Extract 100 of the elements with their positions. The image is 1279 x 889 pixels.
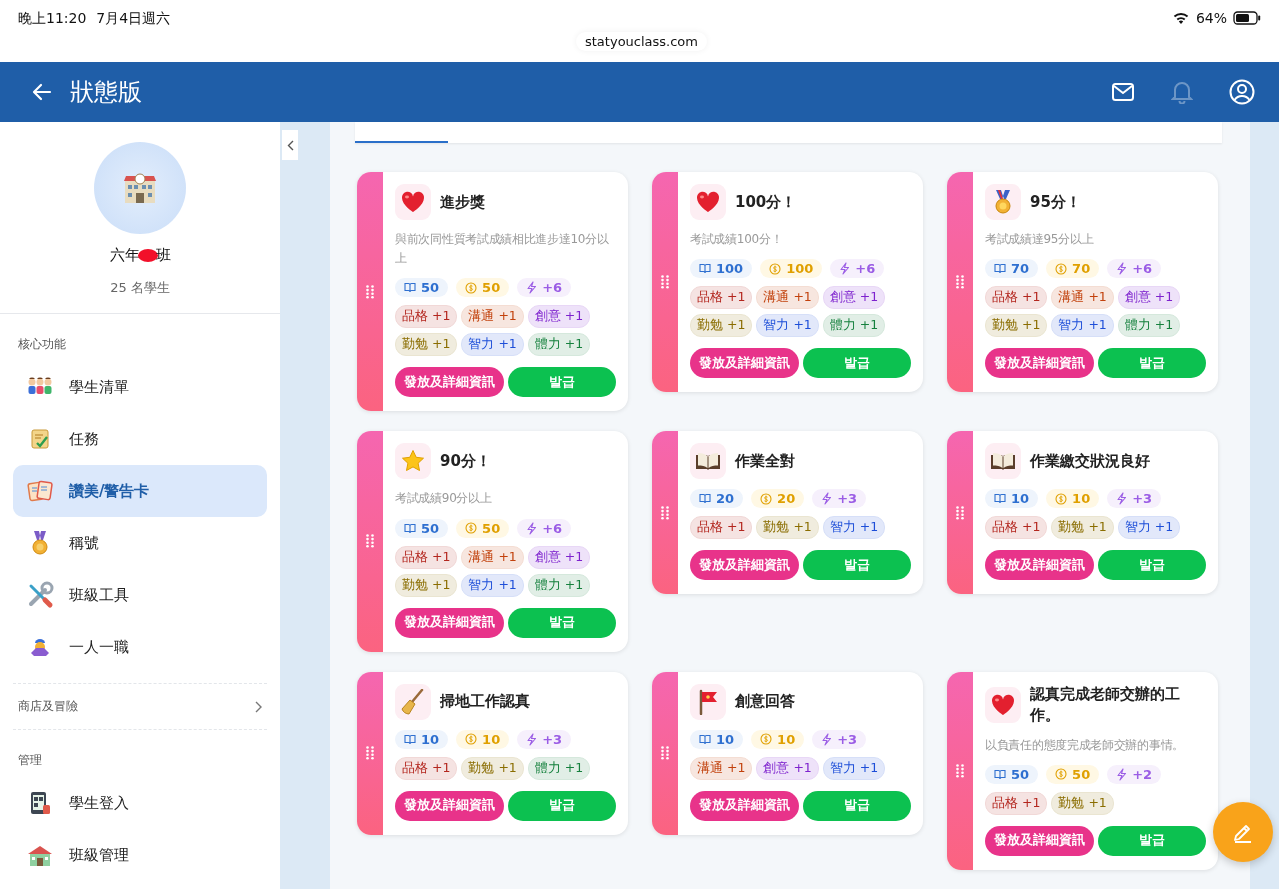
drag-dots-icon (661, 746, 669, 761)
attribute-tag: 創意 +1 (527, 545, 591, 569)
reward-value: +6 (542, 520, 563, 536)
attribute-tag: 體力 +1 (822, 314, 886, 338)
coin-icon (1055, 768, 1068, 781)
url-pill[interactable]: statyouclass.com (576, 32, 707, 51)
give-details-button[interactable]: 發放及詳細資訊 (985, 550, 1094, 581)
drag-handle[interactable] (652, 671, 678, 835)
issue-button[interactable]: 발급 (1097, 825, 1206, 856)
drag-handle[interactable] (357, 172, 383, 412)
give-details-button[interactable]: 發放及詳細資訊 (690, 348, 799, 379)
issue-button[interactable]: 발급 (1097, 348, 1206, 379)
issue-button[interactable]: 발급 (802, 348, 911, 379)
drag-handle[interactable] (357, 431, 383, 652)
card-description: 考試成績達95分以上 (985, 231, 1095, 248)
lightning-icon (526, 521, 538, 535)
broom-icon (401, 688, 425, 715)
collapsible-section[interactable]: 商店及冒險 (13, 683, 267, 730)
attribute-tag: 智力 +1 (756, 314, 819, 338)
drag-handle[interactable] (357, 671, 383, 835)
reward-value: 10 (482, 731, 501, 747)
reward-value: 100 (716, 261, 744, 277)
card-title: 95分！ (1030, 191, 1081, 213)
give-details-button[interactable]: 發放及詳細資訊 (395, 367, 504, 398)
drag-handle[interactable] (947, 431, 973, 595)
attribute-tag: 勤勉 +1 (395, 573, 458, 597)
sidebar-item[interactable]: 班級管理 (13, 829, 267, 881)
lightning-icon (526, 732, 538, 746)
drag-dots-icon (956, 763, 964, 778)
card-title: 掃地工作認真 (440, 691, 530, 713)
status-date: 7月4日週六 (96, 10, 171, 28)
attribute-tag: 智力 +1 (461, 573, 524, 597)
wrench-screwdriver-icon (26, 581, 54, 609)
issue-button[interactable]: 발급 (507, 367, 616, 398)
reward-value: 50 (421, 280, 440, 296)
sidebar-item[interactable]: 班級工具 (13, 569, 267, 621)
page-title: 狀態版 (70, 77, 142, 108)
reward-value: 20 (716, 491, 735, 507)
sidebar-item[interactable]: 一人一職 (13, 621, 267, 673)
reward-value: 50 (1072, 766, 1091, 782)
reward-value: +6 (1132, 261, 1153, 277)
chevron-left-icon (286, 139, 294, 151)
card-title: 100分！ (735, 191, 797, 213)
card-title: 作業繳交狀況良好 (1030, 450, 1150, 472)
issue-button[interactable]: 발급 (507, 607, 616, 638)
sidebar-item[interactable]: 讚美/警告卡 (13, 465, 267, 517)
sidebar-item[interactable]: 學生清單 (13, 361, 267, 413)
give-details-button[interactable]: 發放及詳細資訊 (690, 550, 799, 581)
sidebar-item[interactable]: 稱號 (13, 517, 267, 569)
open-book-icon (695, 451, 721, 472)
give-details-button[interactable]: 發放及詳細資訊 (395, 607, 504, 638)
attribute-tag: 勤勉 +1 (1051, 791, 1114, 815)
lightning-icon (839, 262, 851, 276)
attribute-tag: 溝通 +1 (461, 305, 524, 329)
issue-button[interactable]: 발급 (1097, 550, 1206, 581)
reward-value: 50 (421, 520, 440, 536)
card-title: 認真完成老師交辦的工作。 (1030, 683, 1181, 726)
give-details-button[interactable]: 發放及詳細資訊 (395, 790, 504, 821)
tablet-icon (28, 790, 52, 816)
user-account-icon[interactable] (1229, 79, 1255, 105)
card-description: 考試成績90分以上 (395, 490, 493, 508)
book-icon (404, 733, 416, 745)
sidebar-item[interactable]: 學生登入 (13, 777, 267, 829)
give-details-button[interactable]: 發放及詳細資訊 (985, 825, 1094, 856)
attribute-tag: 品格 +1 (690, 286, 753, 310)
mail-icon[interactable] (1111, 82, 1135, 102)
issue-button[interactable]: 발급 (507, 790, 616, 821)
drag-dots-icon (661, 275, 669, 290)
attribute-tag: 品格 +1 (985, 791, 1048, 815)
edit-fab-button[interactable] (1213, 802, 1273, 862)
reward-value: +3 (1132, 491, 1153, 507)
attribute-tag: 體力 +1 (527, 756, 591, 780)
lightning-icon (821, 492, 833, 506)
attribute-tag: 勤勉 +1 (756, 516, 819, 540)
attribute-tag: 智力 +1 (461, 333, 524, 357)
school-building-icon (27, 843, 53, 867)
drag-handle[interactable] (652, 431, 678, 595)
drag-handle[interactable] (947, 172, 973, 393)
issue-button[interactable]: 발급 (802, 550, 911, 581)
reward-value: 10 (777, 731, 796, 747)
book-icon (994, 493, 1006, 505)
attribute-tag: 品格 +1 (985, 516, 1048, 540)
bell-icon[interactable] (1171, 80, 1193, 104)
issue-button[interactable]: 발급 (802, 790, 911, 821)
drag-dots-icon (366, 534, 374, 549)
give-details-button[interactable]: 發放及詳細資訊 (985, 348, 1094, 379)
drag-dots-icon (366, 746, 374, 761)
drag-handle[interactable] (947, 671, 973, 870)
sidebar-item[interactable]: 任務 (13, 413, 267, 465)
reward-value: 10 (1072, 491, 1091, 507)
give-details-button[interactable]: 發放及詳細資訊 (690, 790, 799, 821)
collapse-sidebar-button[interactable] (282, 130, 298, 160)
attribute-tag: 創意 +1 (822, 286, 886, 310)
attribute-tag: 勤勉 +1 (985, 314, 1048, 338)
coin-icon (769, 262, 782, 275)
class-name: 六年 (109, 246, 140, 265)
drag-dots-icon (366, 284, 374, 299)
flag-icon (697, 688, 719, 715)
drag-handle[interactable] (652, 172, 678, 393)
back-arrow-icon[interactable] (32, 83, 52, 101)
